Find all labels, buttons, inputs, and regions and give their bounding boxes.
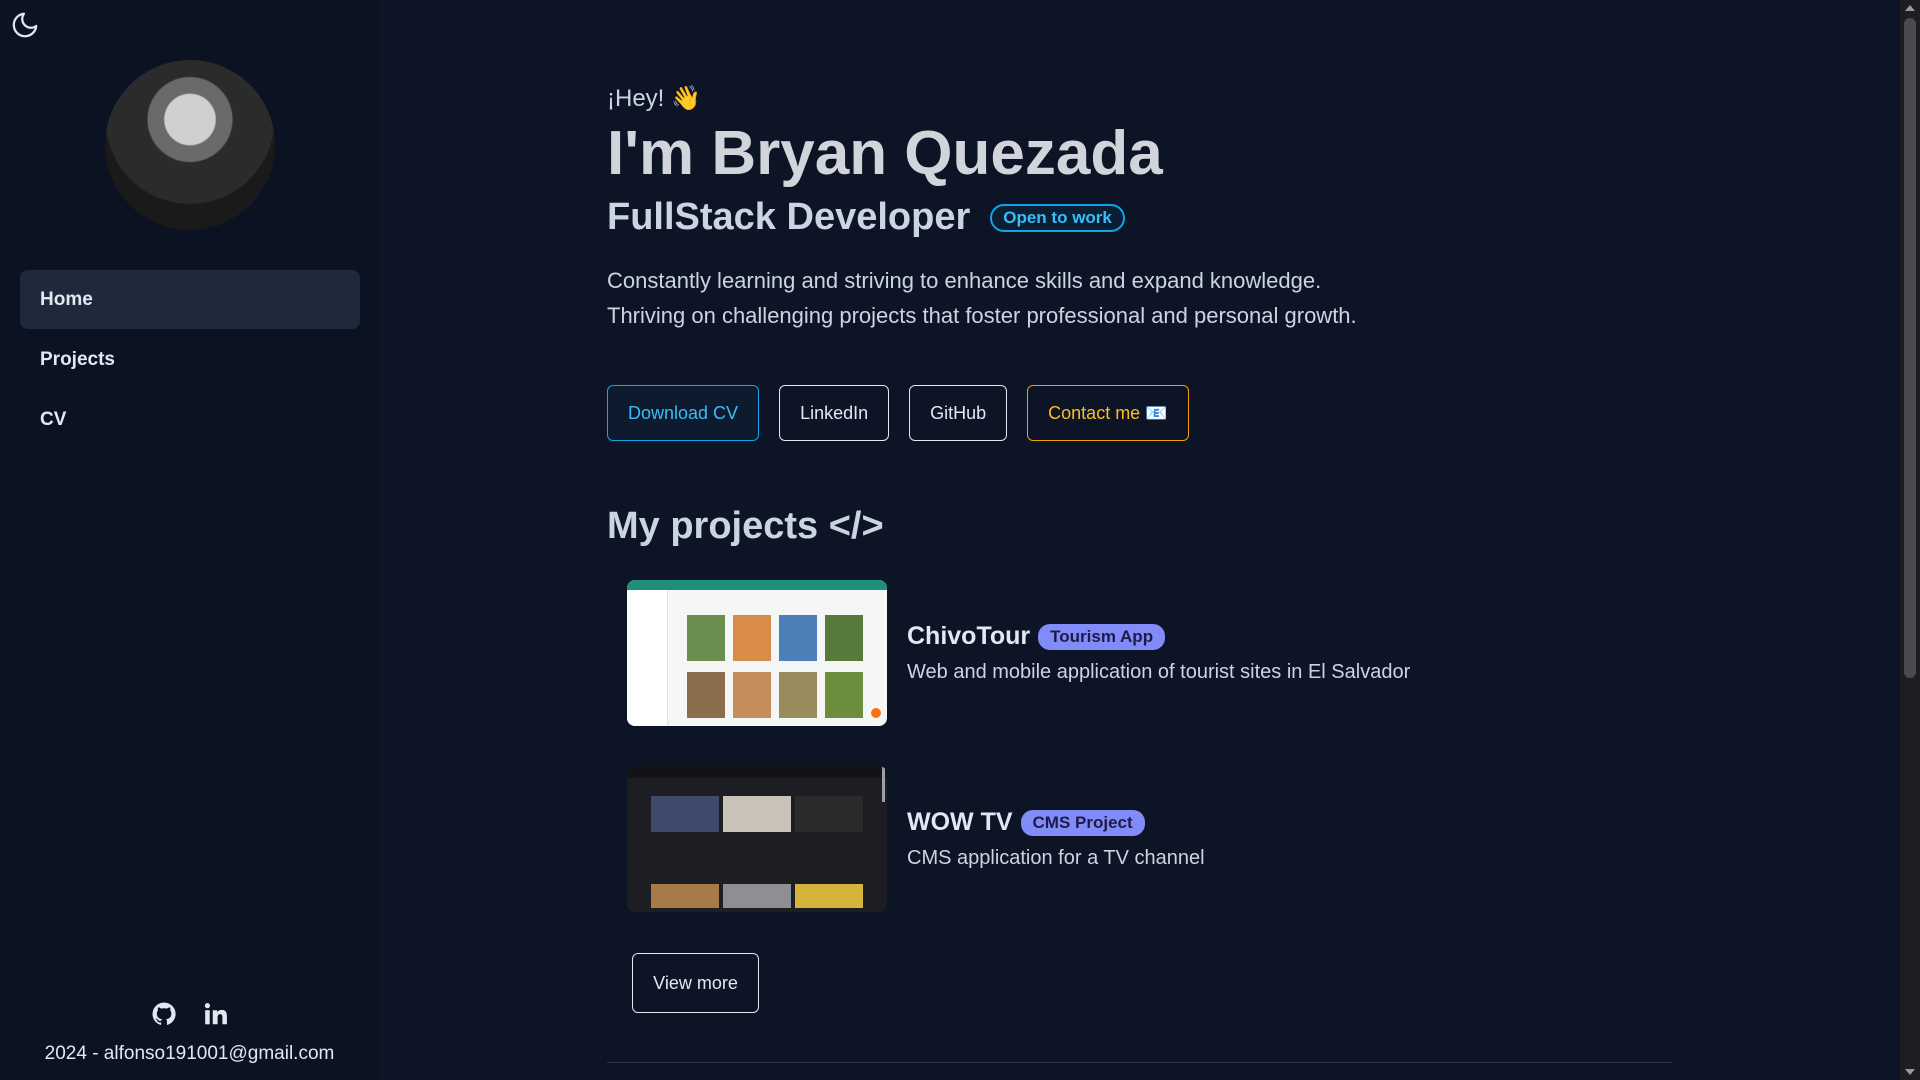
social-links — [0, 1000, 379, 1028]
footer-text: 2024 - alfonso191001@gmail.com — [44, 1043, 335, 1064]
sidebar: Home Projects CV 2024 - alfonso191001@gm… — [0, 0, 379, 1080]
scrollbar[interactable] — [1900, 0, 1920, 1080]
download-cv-button[interactable]: Download CV — [607, 385, 760, 441]
page-title: I'm Bryan Quezada — [607, 119, 1163, 188]
action-buttons: Download CV LinkedIn GitHub Contact me 📧 — [607, 385, 1189, 441]
project-title-row: ChivoTour Tourism App — [907, 622, 1410, 651]
project-tag: CMS Project — [1020, 809, 1145, 836]
project-thumbnail[interactable] — [627, 766, 887, 912]
project-info: ChivoTour Tourism App Web and mobile app… — [907, 622, 1410, 684]
github-button[interactable]: GitHub — [909, 385, 1008, 441]
project-tag: Tourism App — [1038, 623, 1166, 650]
role-title: FullStack Developer — [607, 196, 971, 238]
linkedin-button[interactable]: LinkedIn — [779, 385, 890, 441]
project-description: CMS application for a TV channel — [907, 847, 1205, 869]
project-card: WOW TV CMS Project CMS application for a… — [627, 766, 1205, 912]
status-badge: Open to work — [990, 203, 1125, 232]
project-card: ChivoTour Tourism App Web and mobile app… — [627, 580, 1410, 726]
scroll-up-icon[interactable] — [1905, 5, 1915, 11]
project-title[interactable]: ChivoTour — [907, 622, 1030, 651]
sidebar-item-home[interactable]: Home — [20, 270, 360, 329]
project-title-row: WOW TV CMS Project — [907, 808, 1205, 837]
sidebar-nav: Home Projects CV — [20, 270, 360, 450]
sidebar-item-cv[interactable]: CV — [20, 390, 360, 449]
avatar — [105, 60, 275, 230]
intro-text: Constantly learning and striving to enha… — [607, 263, 1507, 333]
view-more-button[interactable]: View more — [632, 953, 759, 1013]
project-info: WOW TV CMS Project CMS application for a… — [907, 808, 1205, 870]
scroll-down-icon[interactable] — [1905, 1069, 1915, 1075]
github-icon[interactable] — [150, 1000, 178, 1028]
role-row: FullStack Developer Open to work — [607, 196, 1125, 239]
moon-icon[interactable] — [8, 8, 42, 42]
linkedin-icon[interactable] — [202, 1000, 230, 1028]
project-title[interactable]: WOW TV — [907, 808, 1013, 837]
divider — [607, 1062, 1672, 1063]
contact-button[interactable]: Contact me 📧 — [1027, 385, 1189, 441]
intro-line: Constantly learning and striving to enha… — [607, 268, 1322, 293]
sidebar-item-projects[interactable]: Projects — [20, 330, 360, 389]
intro-line: Thriving on challenging projects that fo… — [607, 303, 1357, 328]
greeting: ¡Hey! 👋 — [607, 85, 701, 112]
project-description: Web and mobile application of tourist si… — [907, 661, 1411, 683]
project-thumbnail[interactable] — [627, 580, 887, 726]
projects-heading: My projects </> — [607, 505, 884, 547]
scroll-thumb[interactable] — [1904, 18, 1916, 678]
